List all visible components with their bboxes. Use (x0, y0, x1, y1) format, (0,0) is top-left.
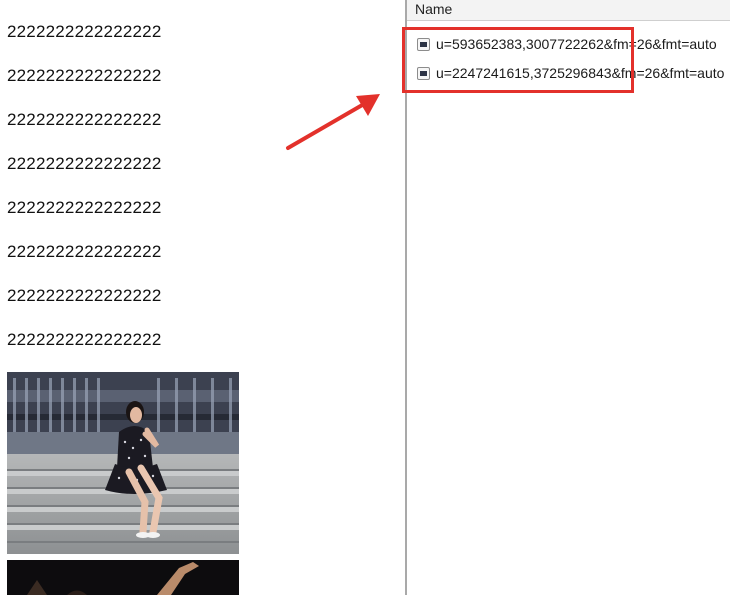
request-name: u=2247241615,3725296843&fm=26&fmt=auto (436, 65, 725, 81)
request-name: u=593652383,3007722262&fm=26&fmt=auto (436, 36, 717, 52)
request-row[interactable]: u=593652383,3007722262&fm=26&fmt=auto (407, 31, 730, 57)
column-header-name: Name (415, 1, 453, 17)
text-line: 2222222222222222 (7, 330, 162, 349)
text-line: 2222222222222222 (7, 286, 162, 305)
text-line: 2222222222222222 (7, 110, 162, 129)
text-line: 2222222222222222 (7, 22, 162, 41)
text-line: 2222222222222222 (7, 198, 162, 217)
photo-woman-on-steps (7, 372, 239, 554)
network-panel: Name u=593652383,3007722262&fm=26&fmt=au… (407, 0, 730, 595)
red-arrow-icon (286, 94, 380, 150)
request-row[interactable]: u=2247241615,3725296843&fm=26&fmt=auto (407, 60, 730, 86)
image-file-icon (417, 67, 430, 80)
photo-dark (7, 560, 239, 595)
image-file-icon (417, 38, 430, 51)
column-header[interactable]: Name (407, 0, 730, 21)
text-line: 2222222222222222 (7, 66, 162, 85)
text-line: 2222222222222222 (7, 154, 162, 173)
text-line: 2222222222222222 (7, 242, 162, 261)
